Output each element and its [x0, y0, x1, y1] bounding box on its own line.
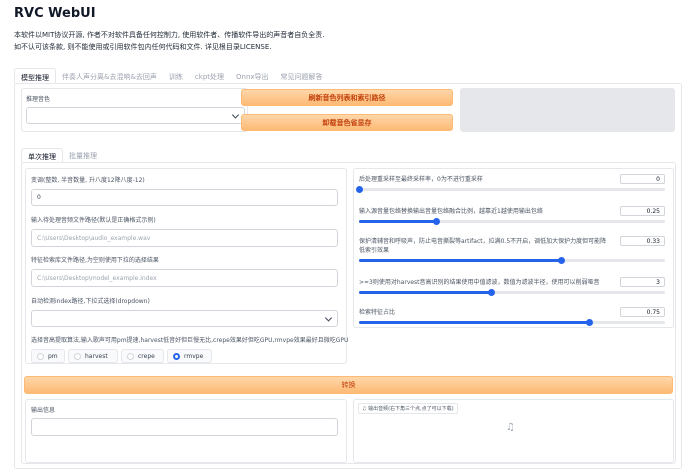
output-info-label: 输出信息 [31, 407, 56, 414]
input-path-label: 输入待处理音频文件路径(默认是正确格式示例) [31, 217, 156, 224]
output-audio-label-text: 输出音频(右下角三个点,点了可以下载) [368, 406, 454, 412]
inference-subtabs: 单次推理 批量推理 [21, 148, 103, 163]
refresh-voice-list-button[interactable]: 刷新音色列表和索引路径 [241, 89, 453, 106]
slider-thumb[interactable] [432, 218, 440, 225]
output-audio-block: ♫ 输出音频(右下角三个点,点了可以下载) ♫ [353, 399, 674, 463]
model-inference-panel: 推理音色 刷新音色列表和索引路径 卸载音色省显存 单次推理 批量推理 变调(整数… [14, 83, 682, 469]
single-inference-left-block: 变调(整数, 半音数量, 升八度12降八度-12) 0 输入待处理音频文件路径(… [25, 168, 349, 364]
app-title: RVC WebUI [14, 6, 96, 21]
output-info-block: 输出信息 [25, 399, 347, 463]
output-audio-label: ♫ 输出音频(右下角三个点,点了可以下载) [358, 403, 458, 414]
f0-radio-pm[interactable]: pm [31, 349, 65, 363]
radio-on-icon [173, 352, 180, 360]
slider-label: 后处理重采样至最终采样率，0为不进行重采样 [359, 176, 483, 183]
slider-track[interactable] [359, 218, 665, 225]
slider-label: >=3则使用对harvest音高识别的结果使用中值滤波，数值为滤波半径，使用可以… [359, 279, 600, 286]
f0-radio-rmvpe-label: rmvpe [184, 352, 204, 360]
tab-batch-inference[interactable]: 批量推理 [63, 148, 103, 163]
f0-radio-harvest-label: harvest [85, 352, 108, 360]
slider-track[interactable] [359, 257, 665, 264]
index-path-label: 特征检索库文件路径,为空则使用下拉的选择结果 [31, 257, 159, 264]
slider-number-input[interactable]: 0.33 [620, 236, 665, 246]
chevron-down-icon [231, 110, 240, 119]
tab-ckpt[interactable]: ckpt处理 [189, 68, 230, 84]
pitch-label: 变调(整数, 半音数量, 升八度12降八度-12) [31, 177, 145, 184]
single-inference-panel: 变调(整数, 半音数量, 升八度12降八度-12) 0 输入待处理音频文件路径(… [21, 162, 676, 464]
f0-method-label: 选择音高提取算法,输入歌声可用pm提速,harvest低音好但巨慢无比,crep… [31, 337, 349, 344]
f0-radio-crepe[interactable]: crepe [121, 349, 164, 363]
tab-vocal-separation[interactable]: 伴奏人声分离&去混响&去回声 [56, 68, 163, 84]
input-audio-path-field[interactable]: C:\Users\Desktop\audio_example.wav [31, 229, 338, 247]
tab-single-inference[interactable]: 单次推理 [21, 148, 63, 163]
slider-track[interactable] [359, 289, 665, 296]
tab-faq[interactable]: 常见问题解答 [275, 68, 329, 84]
pitch-input[interactable]: 0 [31, 189, 338, 206]
slider-number-input[interactable]: 0.25 [620, 206, 665, 216]
auto-index-label: 自动检测index路径,下拉式选择(dropdown) [31, 298, 150, 305]
index-path-field[interactable]: C:\Users\Desktop\model_example.index [31, 269, 338, 287]
slider-number-input[interactable]: 0.75 [620, 307, 665, 317]
output-info-textbox[interactable] [31, 418, 338, 436]
f0-radio-harvest[interactable]: harvest [68, 349, 118, 363]
unload-voice-button[interactable]: 卸载音色省显存 [241, 114, 453, 131]
slider-thumb[interactable] [356, 186, 363, 193]
slider-number-input[interactable]: 3 [620, 277, 665, 287]
slider-label: 输入源音量包络替换输出音量包络融合比例，越靠近1越使用输出包络 [359, 208, 543, 215]
tab-onnx-export[interactable]: Onnx导出 [230, 68, 275, 84]
slider-fill [359, 220, 436, 223]
radio-off-icon [74, 352, 81, 360]
chevron-down-icon [324, 313, 333, 322]
f0-radio-crepe-label: crepe [138, 352, 155, 360]
single-inference-right-block: 后处理重采样至最终采样率，0为不进行重采样 0 输入源音量包络替换输出音量包络融合比… [353, 168, 674, 328]
auto-index-dropdown[interactable] [31, 310, 338, 327]
convert-button[interactable]: 转换 [24, 376, 673, 394]
slider-thumb[interactable] [585, 319, 593, 326]
voice-dropdown[interactable] [26, 107, 245, 124]
slider-number-input[interactable]: 0 [620, 174, 665, 184]
license-notice-line-2: 如不认可该条款, 则不能使用或引用软件包内任何代码和文件. 详见根目录LICEN… [14, 43, 272, 51]
tab-model-inference[interactable]: 模型推理 [14, 68, 56, 84]
main-tabs: 模型推理 伴奏人声分离&去混响&去回声 训练 ckpt处理 Onnx导出 常见问… [14, 68, 329, 84]
slider-thumb[interactable] [487, 289, 495, 296]
radio-off-icon [127, 352, 134, 360]
voice-label: 推理音色 [26, 96, 51, 103]
status-display [460, 88, 675, 132]
slider-track[interactable] [356, 186, 665, 193]
slider-label: 检索特征占比 [359, 309, 396, 316]
slider-fill [359, 321, 589, 324]
tab-train[interactable]: 训练 [163, 68, 189, 84]
f0-radio-rmvpe[interactable]: rmvpe [167, 349, 212, 363]
music-note-icon: ♫ [506, 422, 515, 433]
slider-thumb[interactable] [557, 257, 565, 264]
slider-track[interactable] [359, 319, 665, 326]
slider-label: 保护清辅音和呼吸声，防止电音撕裂等artifact，拉满0.5不开启，调低加大保… [359, 238, 607, 254]
slider-fill [359, 291, 491, 294]
f0-radio-pm-label: pm [48, 352, 58, 360]
slider-fill [359, 259, 561, 262]
voice-select-block: 推理音色 [21, 88, 248, 132]
radio-off-icon [37, 352, 44, 360]
license-notice-line-1: 本软件以MIT协议开源, 作者不对软件具备任何控制力, 使用软件者、传播软件导出… [14, 31, 325, 39]
